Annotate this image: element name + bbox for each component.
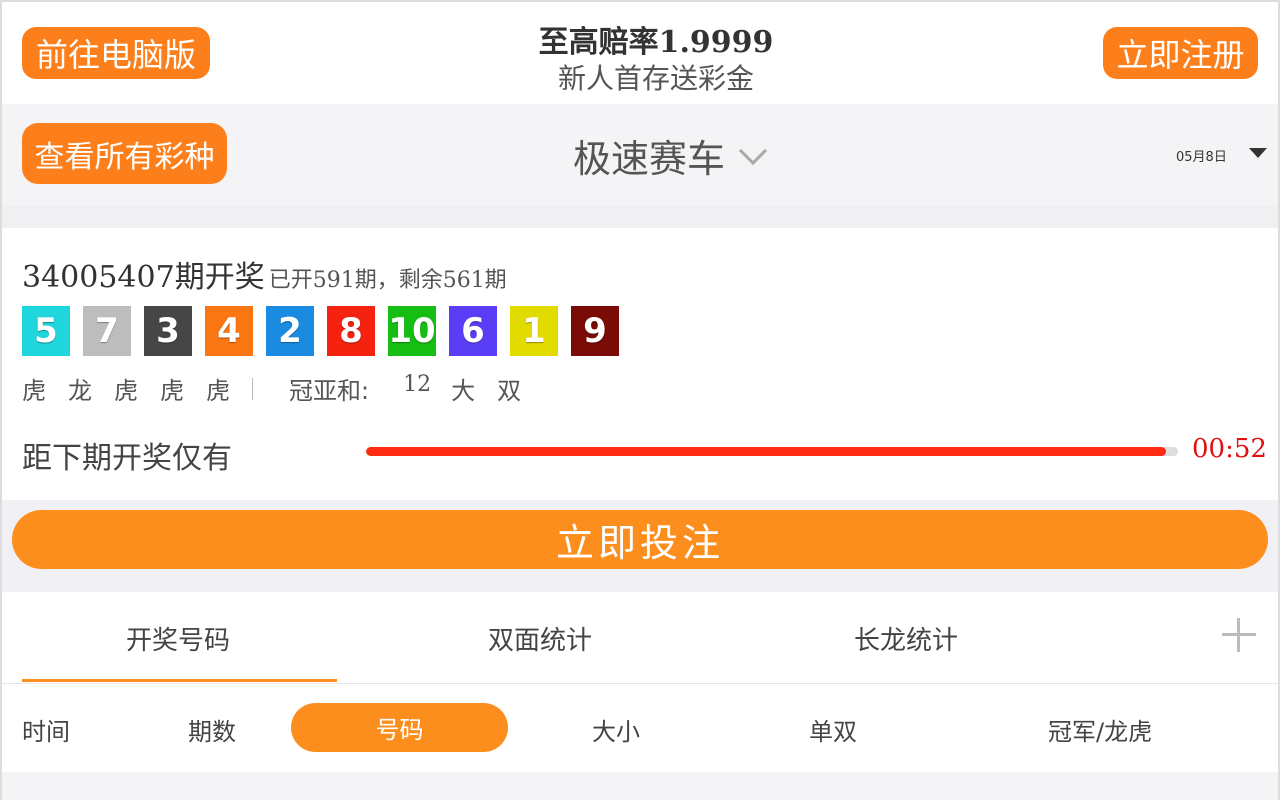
result-ball: 1 [510,306,558,356]
countdown-progress-fill [366,447,1166,456]
separator [252,377,253,400]
chevron-down-icon [738,136,768,165]
filter-size[interactable]: 大小 [592,712,640,747]
filter-parity[interactable]: 单双 [809,712,857,747]
result-ball: 8 [327,306,375,356]
active-tab-indicator [22,679,337,682]
countdown-progress-bar [366,447,1178,456]
register-button[interactable]: 立即注册 [1103,27,1258,79]
issue-heading: 34005407期开奖 已开591期，剩余561期 [22,252,507,296]
promo-subtitle: 新人首存送彩金 [557,62,754,95]
divider [0,772,1280,800]
result-ball: 7 [83,306,131,356]
date-select[interactable]: 05月8日 [1176,146,1227,165]
issue-progress: 已开591期，剩余561期 [268,268,507,293]
dragon-tiger-1: 虎 [22,377,46,405]
result-ball: 9 [571,306,619,356]
stats-tabs: 开奖号码 双面统计 长龙统计 [0,592,1280,684]
result-balls: 5 7 3 4 2 8 10 6 1 9 [22,306,632,356]
divider [0,206,1280,228]
plus-icon[interactable] [1222,618,1256,652]
dragon-tiger-5: 虎 [206,377,230,405]
all-lotteries-button[interactable]: 查看所有彩种 [22,123,227,184]
sum-value: 12 [403,372,432,397]
tab-long-dragon-stats[interactable]: 长龙统计 [854,620,958,657]
pc-version-button[interactable]: 前往电脑版 [22,27,210,79]
filter-number[interactable]: 号码 [291,703,508,752]
draw-result-panel: 34005407期开奖 已开591期，剩余561期 5 7 3 4 2 8 10 6 1 9 虎 … [0,228,1280,500]
result-ball: 6 [449,306,497,356]
bet-zone: 立即投注 [0,500,1280,592]
sum-size: 大 [451,377,476,405]
result-filters: 时间 期数 号码 大小 单双 冠军/龙虎 [0,684,1280,772]
result-ball: 4 [205,306,253,356]
game-selector-bar: 查看所有彩种 极速赛车 05月8日 [0,104,1280,206]
dragon-tiger-3: 虎 [114,377,138,405]
place-bet-button[interactable]: 立即投注 [12,510,1268,569]
game-dropdown[interactable]: 极速赛车 [573,128,768,183]
issue-number: 34005407期开奖 [22,260,265,295]
tab-draw-numbers[interactable]: 开奖号码 [126,620,230,657]
dragon-tiger-row: 虎 龙 虎 虎 虎 冠亚和: 12 大 双 [22,371,543,406]
result-ball: 10 [388,306,436,356]
result-ball: 3 [144,306,192,356]
dragon-tiger-4: 虎 [160,377,184,405]
game-title: 极速赛车 [573,137,726,181]
filter-issue[interactable]: 期数 [188,712,236,747]
dragon-tiger-2: 龙 [68,377,92,405]
promo-title: 至高赔率1.9999 [538,25,774,60]
tab-two-sided-stats[interactable]: 双面统计 [488,620,592,657]
countdown-time: 00:52 [1192,434,1267,464]
sum-label: 冠亚和: [289,377,370,405]
filter-time[interactable]: 时间 [22,712,70,747]
sum-parity: 双 [497,377,522,405]
top-bar: 前往电脑版 至高赔率1.9999 新人首存送彩金 立即注册 [0,0,1280,104]
result-ball: 5 [22,306,70,356]
result-ball: 2 [266,306,314,356]
caret-down-icon[interactable] [1249,148,1267,158]
countdown-label: 距下期开奖仅有 [22,441,232,476]
filter-champion-dragon-tiger[interactable]: 冠军/龙虎 [1048,712,1152,747]
